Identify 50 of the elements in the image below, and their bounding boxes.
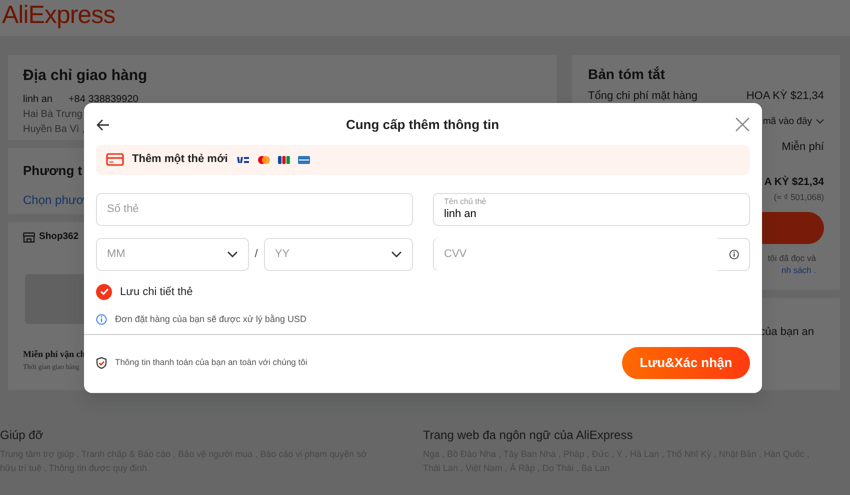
converted-price: (≈ ₫ 501,068) [774, 191, 824, 204]
save-card-checkbox[interactable] [96, 284, 112, 300]
card-brand-icon [258, 156, 270, 164]
shield-check-icon [96, 356, 107, 368]
footer-heading: Giúp đỡ [0, 428, 44, 442]
credit-card-icon [106, 153, 124, 166]
info-icon[interactable] [728, 248, 739, 260]
add-card-banner[interactable]: Thêm một thẻ mới [96, 144, 750, 174]
store-icon [23, 232, 35, 243]
year-select[interactable]: YY [264, 238, 414, 270]
photo-placeholder [25, 274, 87, 324]
total-price: A KỲ $21,34 [764, 175, 824, 190]
address-line: Huyền Ba Vì , [23, 124, 85, 134]
cardholder-name-field[interactable]: Tên chủ thẻ linh an [433, 192, 750, 226]
card-brand-icon [278, 156, 290, 164]
chevron-down-icon [226, 250, 238, 258]
info-icon [96, 314, 107, 326]
choose-payment-link[interactable]: Chọn phươ [23, 193, 84, 207]
item-total-value: HOA KỲ $21,34 [746, 88, 824, 104]
card-brand-icon [236, 156, 250, 162]
card-brand-icon [298, 156, 310, 164]
currency-note: Đơn đặt hàng của bạn sẽ được xử lý bằng USD [115, 313, 306, 326]
section-title: Bản tóm tắt [588, 65, 666, 84]
date-separator: / [254, 246, 258, 262]
address-line: Hai Bà Trưng [23, 108, 82, 120]
terms-text[interactable]: nh sách . [782, 264, 816, 276]
month-select[interactable]: MM [96, 238, 249, 270]
back-arrow-icon[interactable] [96, 118, 110, 131]
logo[interactable]: AliExpress [2, 1, 116, 29]
dialog-title: Cung cấp thêm thông tin [346, 116, 500, 134]
item-total-label: Tổng chi phí mặt hàng [588, 89, 698, 104]
save-card-label[interactable]: Lưu chi tiết thẻ [120, 284, 193, 300]
card-number-field[interactable]: Số thẻ [96, 192, 413, 226]
footer-heading: Trang web đa ngôn ngữ của AliExpress [423, 428, 634, 442]
coupon-prompt[interactable]: mã vào đây [762, 114, 812, 129]
banner-text: Thêm một thẻ mới [132, 152, 228, 168]
save-confirm-button[interactable]: Lưu&Xác nhận [622, 346, 750, 378]
cvv-field[interactable]: CVV [433, 238, 750, 270]
chevron-down-icon [391, 250, 402, 258]
close-icon[interactable] [735, 117, 750, 132]
section-title: Địa chỉ giao hàng [23, 66, 148, 86]
phone-number: +84 338839920 [68, 92, 138, 106]
section-title: Phương t [23, 162, 82, 180]
recipient-name: linh an [23, 92, 52, 106]
terms-text: tôi đã đọc và [768, 252, 816, 264]
shipping-value: Miễn phí [782, 140, 824, 155]
checkmark-icon [100, 288, 108, 296]
security-note: Thông tin thanh toán của bạn an toàn với chúng tôi [115, 356, 308, 369]
shop-name[interactable]: Shop362 [39, 230, 79, 244]
chevron-down-icon [816, 119, 824, 124]
